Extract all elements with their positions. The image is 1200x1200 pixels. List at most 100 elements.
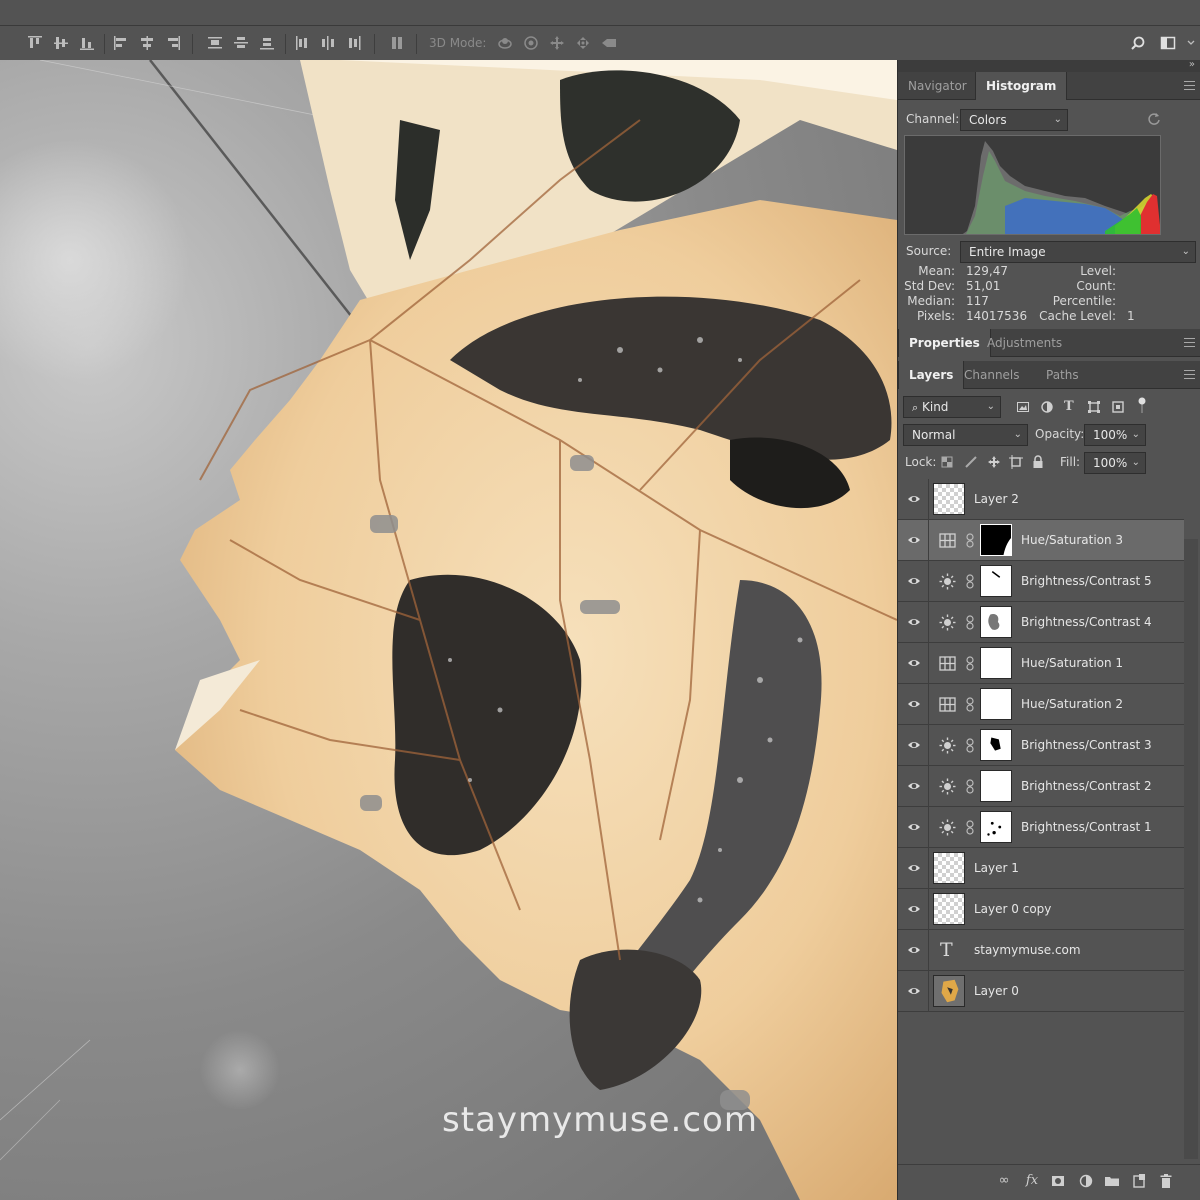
search-icon[interactable]	[1130, 35, 1146, 51]
distribute-bottom-icon[interactable]	[259, 35, 275, 51]
layer-name[interactable]: Hue/Saturation 3	[1021, 533, 1123, 547]
filter-toggle-icon[interactable]	[1138, 397, 1146, 415]
panel-menu-icon[interactable]	[1184, 370, 1195, 379]
tab-navigator[interactable]: Navigator	[898, 72, 977, 100]
mask-link-icon[interactable]	[966, 615, 974, 630]
distribute-top-icon[interactable]	[207, 35, 223, 51]
layer-name[interactable]: Hue/Saturation 1	[1021, 656, 1123, 670]
layer-mask-thumbnail[interactable]	[980, 688, 1012, 720]
workspace-icon[interactable]	[1160, 35, 1176, 51]
mask-link-icon[interactable]	[966, 656, 974, 671]
visibility-eye-icon[interactable]	[907, 534, 921, 546]
hue-saturation-icon[interactable]	[939, 696, 956, 713]
refresh-icon[interactable]	[1147, 112, 1161, 126]
layer-row[interactable]: Hue/Saturation 3	[898, 520, 1184, 561]
layer-mask-thumbnail[interactable]	[980, 770, 1012, 802]
brightness-contrast-icon[interactable]	[939, 614, 956, 631]
tab-histogram[interactable]: Histogram	[975, 72, 1068, 100]
collapse-arrows-icon[interactable]: »	[1189, 59, 1195, 70]
layer-name[interactable]: Layer 1	[974, 861, 1019, 875]
layer-row[interactable]: Hue/Saturation 1	[898, 643, 1184, 684]
hue-saturation-icon[interactable]	[939, 532, 956, 549]
brightness-contrast-icon[interactable]	[939, 819, 956, 836]
layer-mask-thumbnail[interactable]	[980, 606, 1012, 638]
layer-name[interactable]: Brightness/Contrast 4	[1021, 615, 1152, 629]
distribute-hcenter-icon[interactable]	[320, 35, 336, 51]
3d-slide-icon[interactable]	[575, 35, 591, 51]
3d-pan-icon[interactable]	[549, 35, 565, 51]
opacity-input[interactable]: 100% ⌄	[1084, 424, 1146, 446]
filter-adjustment-icon[interactable]	[1040, 400, 1054, 414]
align-top-icon[interactable]	[27, 35, 43, 51]
layer-mask-thumbnail[interactable]	[980, 565, 1012, 597]
align-vcenter-icon[interactable]	[53, 35, 69, 51]
panel-collapse-bar[interactable]: »	[898, 59, 1200, 72]
3d-orbit-icon[interactable]	[497, 35, 513, 51]
mask-link-icon[interactable]	[966, 779, 974, 794]
layer-thumbnail[interactable]	[933, 852, 965, 884]
layer-style-icon[interactable]: fx	[1024, 1173, 1040, 1189]
layer-thumbnail[interactable]	[933, 975, 965, 1007]
layer-row[interactable]: Brightness/Contrast 5	[898, 561, 1184, 602]
layer-name[interactable]: Layer 0 copy	[974, 902, 1051, 916]
visibility-eye-icon[interactable]	[907, 985, 921, 997]
filter-pixel-icon[interactable]	[1016, 400, 1030, 414]
tab-channels[interactable]: Channels	[954, 361, 1030, 389]
layer-name[interactable]: Layer 2	[974, 492, 1019, 506]
visibility-eye-icon[interactable]	[907, 657, 921, 669]
layer-row[interactable]: Brightness/Contrast 1	[898, 807, 1184, 848]
visibility-eye-icon[interactable]	[907, 780, 921, 792]
visibility-eye-icon[interactable]	[907, 903, 921, 915]
mask-link-icon[interactable]	[966, 533, 974, 548]
align-bottom-icon[interactable]	[79, 35, 95, 51]
workspace-dropdown-icon[interactable]	[1183, 35, 1195, 51]
layer-filter-kind[interactable]: ⌕ Kind ⌄	[903, 396, 1001, 418]
fill-input[interactable]: 100% ⌄	[1084, 452, 1146, 474]
layer-name[interactable]: Hue/Saturation 2	[1021, 697, 1123, 711]
mask-link-icon[interactable]	[966, 697, 974, 712]
new-group-icon[interactable]	[1104, 1173, 1120, 1189]
panel-menu-icon[interactable]	[1184, 81, 1195, 90]
3d-roll-icon[interactable]	[523, 35, 539, 51]
distribute-right-icon[interactable]	[346, 35, 362, 51]
auto-align-icon[interactable]	[389, 35, 405, 51]
layer-row[interactable]: Layer 0	[898, 971, 1184, 1012]
brightness-contrast-icon[interactable]	[939, 737, 956, 754]
layer-thumbnail[interactable]	[933, 893, 965, 925]
3d-scale-icon[interactable]	[601, 35, 617, 51]
layer-thumbnail[interactable]	[933, 483, 965, 515]
visibility-eye-icon[interactable]	[907, 739, 921, 751]
link-layers-icon[interactable]: ∞	[996, 1173, 1012, 1189]
layer-row[interactable]: Layer 1	[898, 848, 1184, 889]
add-mask-icon[interactable]	[1050, 1173, 1066, 1189]
mask-link-icon[interactable]	[966, 738, 974, 753]
mask-link-icon[interactable]	[966, 574, 974, 589]
distribute-left-icon[interactable]	[294, 35, 310, 51]
layer-row[interactable]: Hue/Saturation 2	[898, 684, 1184, 725]
hue-saturation-icon[interactable]	[939, 655, 956, 672]
new-layer-icon[interactable]	[1131, 1173, 1147, 1189]
mask-link-icon[interactable]	[966, 820, 974, 835]
filter-smart-object-icon[interactable]	[1111, 400, 1125, 414]
layer-mask-thumbnail[interactable]	[980, 524, 1012, 556]
visibility-eye-icon[interactable]	[907, 944, 921, 956]
layer-row[interactable]: Layer 0 copy	[898, 889, 1184, 930]
visibility-eye-icon[interactable]	[907, 821, 921, 833]
blend-mode-select[interactable]: Normal ⌄	[903, 424, 1028, 446]
align-left-icon[interactable]	[113, 35, 129, 51]
source-select[interactable]: Entire Image ⌄	[960, 241, 1196, 263]
layer-name[interactable]: Brightness/Contrast 1	[1021, 820, 1152, 834]
brightness-contrast-icon[interactable]	[939, 573, 956, 590]
tab-paths[interactable]: Paths	[1036, 361, 1089, 389]
visibility-eye-icon[interactable]	[907, 698, 921, 710]
panel-menu-icon[interactable]	[1184, 338, 1195, 347]
layer-row[interactable]: Brightness/Contrast 4	[898, 602, 1184, 643]
lock-all-icon[interactable]	[1032, 455, 1044, 469]
layer-row[interactable]: Brightness/Contrast 3	[898, 725, 1184, 766]
layer-mask-thumbnail[interactable]	[980, 729, 1012, 761]
delete-layer-icon[interactable]	[1158, 1173, 1174, 1189]
align-right-icon[interactable]	[165, 35, 181, 51]
layer-name[interactable]: Brightness/Contrast 3	[1021, 738, 1152, 752]
layer-row[interactable]: Layer 2	[898, 479, 1184, 520]
lock-image-icon[interactable]	[964, 455, 978, 469]
